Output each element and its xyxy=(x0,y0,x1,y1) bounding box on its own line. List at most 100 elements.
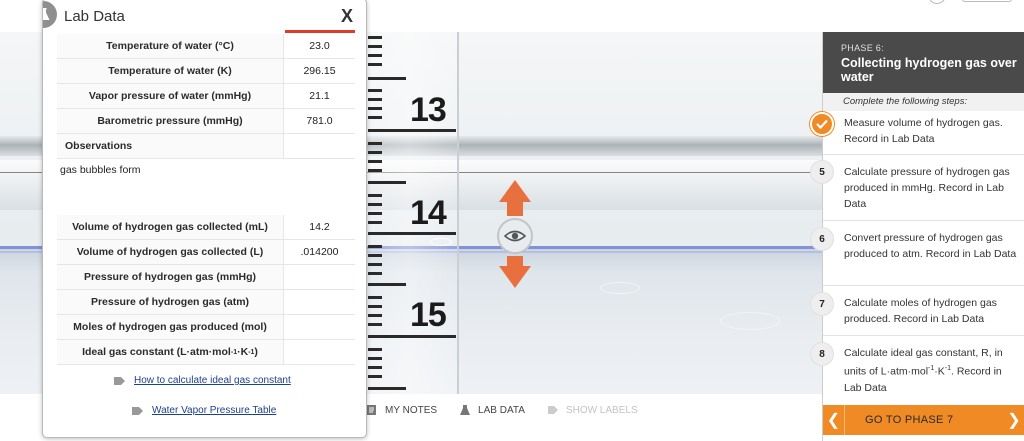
ideal-gas-help-link-text[interactable]: How to calculate ideal gas constant xyxy=(134,375,291,386)
vapor-pressure-table-link-text[interactable]: Water Vapor Pressure Table xyxy=(152,405,276,416)
phase-instructions-panel: PHASE 6: Collecting hydrogen gas over wa… xyxy=(810,32,1024,441)
row-label: Pressure of hydrogen gas (mmHg) xyxy=(57,265,283,289)
move-up-arrow-icon[interactable] xyxy=(499,180,531,202)
modal-accent-bar xyxy=(285,30,355,33)
observations-label: Observations xyxy=(57,134,283,158)
tag-icon xyxy=(132,406,143,415)
scale-tick xyxy=(368,296,382,299)
scale-tick xyxy=(368,116,382,119)
scale-tick xyxy=(368,323,382,326)
scale-tick xyxy=(368,357,382,360)
move-up-arrow-shaft[interactable] xyxy=(507,200,523,216)
eye-glyph xyxy=(504,230,526,242)
step-text: Calculate moles of hydrogen gas produced… xyxy=(844,297,997,325)
ideal-gas-label: Ideal gas constant (L·atm·mol -1 ·K -1) xyxy=(57,340,283,364)
scale-tick xyxy=(368,366,382,369)
step-text: Calculate pressure of hydrogen gas produ… xyxy=(844,166,1010,210)
graduated-cylinder-scale: 13 14 15 xyxy=(360,32,459,394)
step-item: 7 Calculate moles of hydrogen gas produc… xyxy=(810,286,1024,336)
show-labels-label: SHOW LABELS xyxy=(565,404,638,416)
scale-tick xyxy=(368,348,382,351)
flask-icon xyxy=(43,1,57,28)
modal-header: Lab Data X xyxy=(43,0,366,33)
steps-header: Complete the following steps: xyxy=(823,93,1024,111)
table-row: Ideal gas constant (L·atm·mol -1 ·K -1) xyxy=(57,340,355,365)
step-number-badge: 8 xyxy=(810,342,834,366)
step-number-badge: 6 xyxy=(810,227,834,251)
step-text: Measure volume of hydrogen gas. Record i… xyxy=(844,117,1003,145)
modal-title: Lab Data xyxy=(64,8,125,25)
scale-label-14: 14 xyxy=(410,194,447,232)
tag-icon xyxy=(547,406,558,414)
chevron-right-icon[interactable]: ❯ xyxy=(1003,410,1024,430)
row-label: Barometric pressure (mmHg) xyxy=(57,109,283,133)
row-value-input[interactable]: 23.0 xyxy=(283,34,355,58)
table-row: Barometric pressure (mmHg) 781.0 xyxy=(57,109,355,134)
table-row: Temperature of water (°C) 23.0 xyxy=(57,34,355,59)
table-row: Volume of hydrogen gas collected (mL) 14… xyxy=(57,215,355,240)
tag-icon xyxy=(114,376,125,385)
my-notes-button[interactable]: MY NOTES xyxy=(366,404,437,416)
scale-tick-half xyxy=(368,387,406,390)
step-number-badge: 7 xyxy=(810,292,834,316)
next-phase-button[interactable]: ❮ GO TO PHASE 7 ❯ xyxy=(823,405,1024,435)
step-text: Convert pressure of hydrogen gas produce… xyxy=(844,232,1017,260)
ideal-gas-label-prefix: Ideal gas constant (L·atm·mol xyxy=(82,346,231,358)
checkmark-icon xyxy=(810,112,834,136)
row-value-input[interactable]: 781.0 xyxy=(283,109,355,133)
scale-tick-half xyxy=(368,283,406,286)
cylinder-edge xyxy=(457,32,459,394)
row-value-input[interactable]: 14.2 xyxy=(283,215,355,239)
row-label: Volume of hydrogen gas collected (mL) xyxy=(57,215,283,239)
observations-field[interactable]: gas bubbles form xyxy=(57,159,355,217)
ideal-gas-label-mid: ·K xyxy=(237,346,249,358)
scale-tick xyxy=(368,54,382,57)
step-item: 6 Convert pressure of hydrogen gas produ… xyxy=(810,221,1024,286)
scale-tick xyxy=(368,107,382,110)
move-down-arrow-icon[interactable] xyxy=(499,266,531,288)
scale-tick xyxy=(368,98,382,101)
menu-button[interactable] xyxy=(962,0,1012,2)
row-label: Volume of hydrogen gas collected (L) xyxy=(57,240,283,264)
scale-tick xyxy=(368,263,382,266)
table-row: Pressure of hydrogen gas (mmHg) xyxy=(57,265,355,290)
lab-data-button[interactable]: LAB DATA xyxy=(459,404,525,416)
row-value-input[interactable]: 21.1 xyxy=(283,84,355,108)
row-label: Temperature of water (°C) xyxy=(57,34,283,58)
flask-icon xyxy=(460,405,471,415)
row-value-input[interactable]: .014200 xyxy=(283,240,355,264)
row-value-input[interactable] xyxy=(283,265,355,289)
close-button[interactable]: X xyxy=(341,6,353,27)
scale-tick xyxy=(368,272,382,275)
row-value-input[interactable] xyxy=(283,290,355,314)
table-row: Vapor pressure of water (mmHg) 21.1 xyxy=(57,84,355,109)
scale-tick xyxy=(368,203,382,206)
row-value-input[interactable] xyxy=(283,315,355,339)
ideal-gas-help-link[interactable]: How to calculate ideal gas constant xyxy=(114,375,291,386)
phase-header: PHASE 6: Collecting hydrogen gas over wa… xyxy=(823,32,1024,93)
meniscus-view-control[interactable] xyxy=(496,180,534,288)
step-number-badge: 5 xyxy=(810,160,834,184)
scale-tick xyxy=(368,89,382,92)
ideal-gas-value-input[interactable] xyxy=(283,340,355,364)
scale-tick xyxy=(368,221,382,224)
help-icon[interactable] xyxy=(928,0,946,4)
step-text: Calculate ideal gas constant, R, in unit… xyxy=(844,345,1022,396)
vapor-pressure-table-link[interactable]: Water Vapor Pressure Table xyxy=(132,405,276,416)
table-row: Temperature of water (K) 296.15 xyxy=(57,59,355,84)
scale-tick xyxy=(368,305,382,308)
gas-bubble xyxy=(600,282,640,294)
ideal-gas-label-suffix: ) xyxy=(254,346,258,358)
scale-tick-major xyxy=(368,335,456,338)
row-label: Pressure of hydrogen gas (atm) xyxy=(57,290,283,314)
step-item: 5 Calculate pressure of hydrogen gas pro… xyxy=(810,155,1024,221)
lab-data-modal: Lab Data X Temperature of water (°C) 23.… xyxy=(42,0,367,438)
scale-tick xyxy=(368,160,382,163)
row-value-input[interactable]: 296.15 xyxy=(283,59,355,83)
eye-icon[interactable] xyxy=(497,218,533,254)
phase-number: PHASE 6: xyxy=(841,43,884,53)
show-labels-button[interactable]: SHOW LABELS xyxy=(547,404,638,416)
bottom-toolbar: MY NOTES LAB DATA SHOW LABELS xyxy=(366,398,660,422)
chevron-left-icon[interactable]: ❮ xyxy=(823,405,845,435)
scale-tick xyxy=(368,151,382,154)
